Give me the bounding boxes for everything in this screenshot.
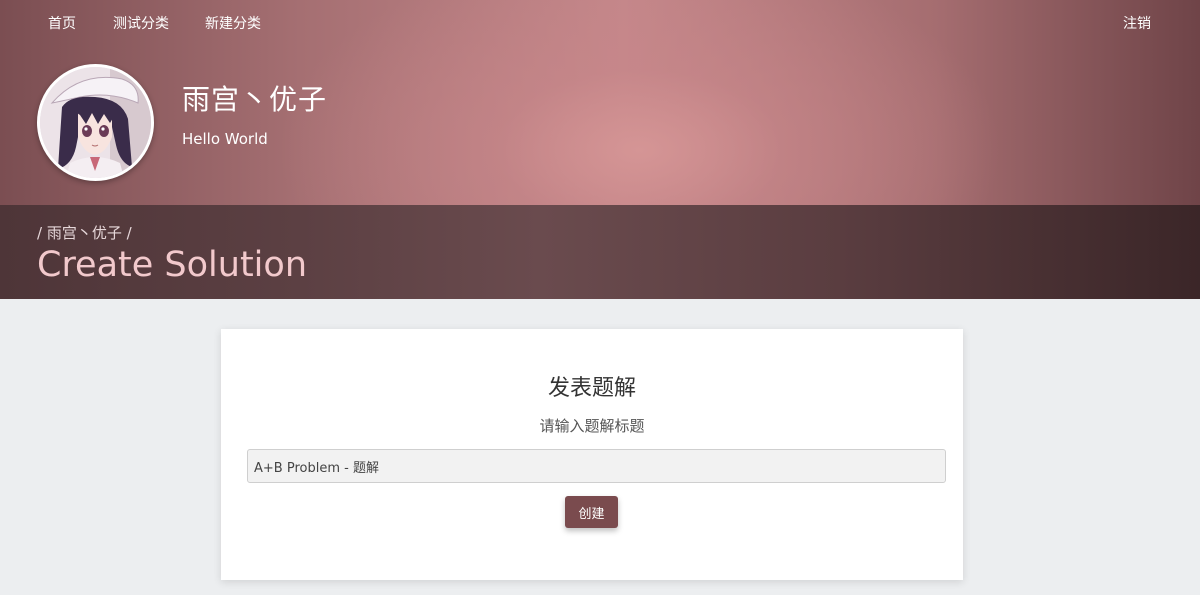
create-button[interactable]: 创建: [565, 496, 618, 528]
nav-item-test-category[interactable]: 测试分类: [113, 13, 169, 33]
page-title: Create Solution: [37, 245, 308, 285]
logout-link[interactable]: 注销: [1123, 13, 1151, 33]
avatar: [37, 64, 154, 181]
breadcrumb: / 雨宫丶优子 /: [37, 224, 132, 242]
form-heading: 发表题解: [547, 376, 636, 401]
page-title-band: / 雨宫丶优子 / Create Solution: [0, 205, 1200, 299]
profile-name: 雨宫丶优子: [182, 83, 328, 116]
profile-motto: Hello World: [182, 130, 268, 148]
nav-item-new-category[interactable]: 新建分类: [205, 13, 261, 33]
nav-item-home[interactable]: 首页: [48, 13, 76, 33]
top-navbar: 首页 测试分类 新建分类 注销: [0, 0, 1200, 44]
create-solution-card: 发表题解 请输入题解标题 创建: [221, 329, 963, 580]
solution-title-input[interactable]: [247, 449, 946, 483]
anime-girl-avatar-icon: [40, 67, 151, 178]
title-field-label: 请输入题解标题: [539, 417, 645, 435]
hero-header: 首页 测试分类 新建分类 注销 雨宫丶优子 Hello World: [0, 0, 1200, 205]
